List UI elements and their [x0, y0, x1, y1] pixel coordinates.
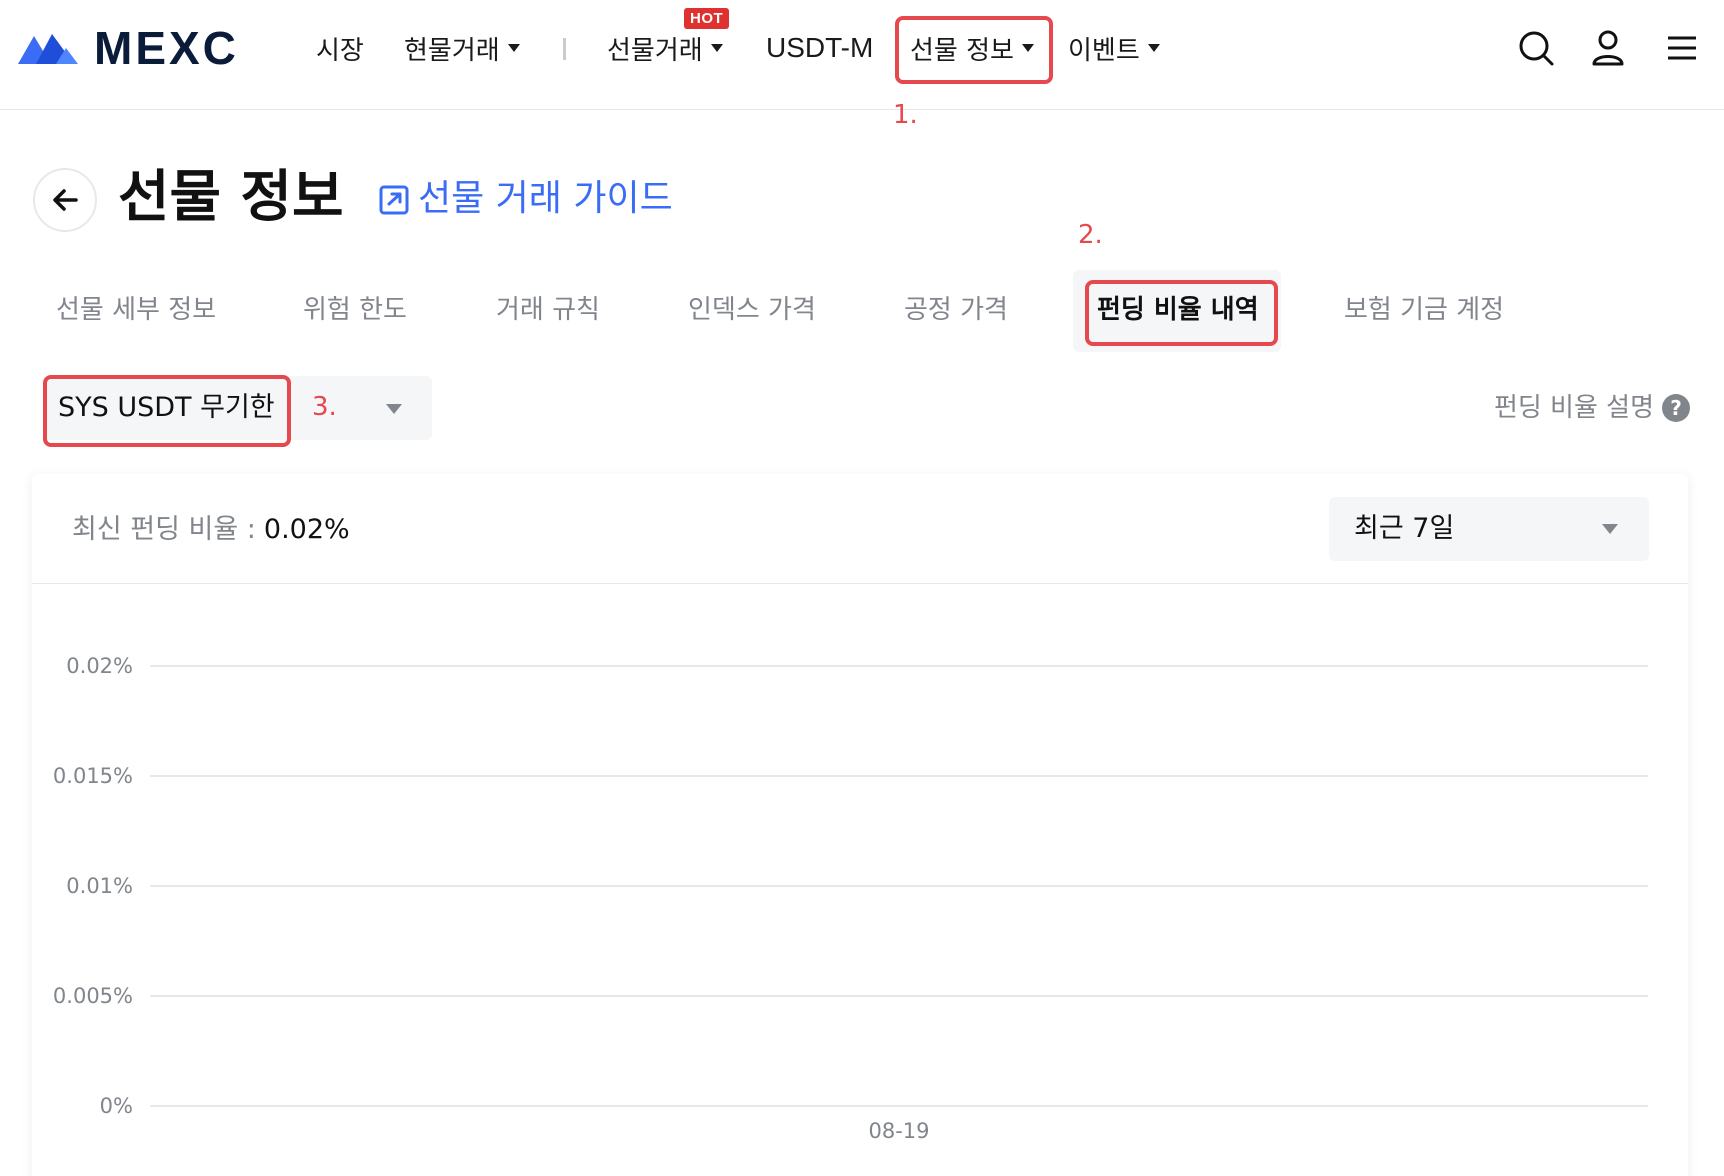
- step-1-label: 1.: [893, 100, 918, 130]
- tab-index-price[interactable]: 인덱스 가격: [688, 292, 816, 328]
- nav-usdt-m-label: USDT-M: [766, 32, 874, 63]
- page-title: 선물 정보: [118, 165, 344, 230]
- tab-risk-limit[interactable]: 위험 한도: [303, 292, 407, 328]
- step-2-label: 2.: [1078, 220, 1103, 250]
- highlight-contract-selector: [43, 375, 291, 447]
- logo-text: MEXC: [94, 22, 239, 74]
- funding-rate-explanation[interactable]: 펀딩 비율 설명 ?: [1494, 390, 1690, 426]
- chevron-down-icon: [1602, 524, 1618, 534]
- highlight-futures-info: [895, 16, 1053, 84]
- mexc-logo-mark-icon: [18, 34, 78, 64]
- question-icon: ?: [1662, 394, 1690, 422]
- latest-funding-rate: 최신 펀딩 비율 :0.02%: [72, 512, 350, 548]
- tab-trading-rules[interactable]: 거래 규칙: [496, 292, 600, 328]
- funding-chart-card: [32, 474, 1688, 1176]
- nav-events-label: 이벤트: [1068, 35, 1140, 66]
- external-guide-icon: [379, 185, 409, 215]
- user-icon[interactable]: [1586, 26, 1630, 70]
- latest-funding-label: 최신 펀딩 비율 :: [72, 514, 256, 545]
- nav-futures-label: 선물거래: [607, 35, 703, 66]
- card-divider: [32, 583, 1688, 584]
- time-range-value: 최근 7일: [1354, 513, 1455, 544]
- menu-icon[interactable]: [1660, 26, 1704, 70]
- nav-usdt-m[interactable]: USDT-M: [766, 30, 873, 66]
- tab-insurance-fund[interactable]: 보험 기금 계정: [1344, 292, 1504, 328]
- chevron-down-icon: [386, 404, 402, 414]
- nav-futures[interactable]: 선물거래: [607, 30, 723, 66]
- tab-futures-details[interactable]: 선물 세부 정보: [56, 292, 216, 328]
- nav-spot[interactable]: 현물거래: [404, 30, 520, 66]
- chevron-down-icon: [710, 44, 723, 52]
- futures-guide-label: 선물 거래 가이드: [418, 178, 673, 219]
- mexc-logo[interactable]: MEXC: [16, 24, 239, 72]
- arrow-left-icon: [53, 189, 78, 211]
- search-icon[interactable]: [1514, 26, 1558, 70]
- top-navigation-bar: MEXC 시장 현물거래 HOT 선물거래 USDT-M 선물 정보 이벤트: [0, 0, 1724, 110]
- futures-guide-link[interactable]: 선물 거래 가이드: [378, 176, 673, 222]
- highlight-funding-tab: [1085, 280, 1278, 346]
- nav-divider: [563, 38, 566, 60]
- hot-badge: HOT: [684, 8, 730, 29]
- nav-market-label: 시장: [316, 35, 364, 66]
- nav-market[interactable]: 시장: [316, 30, 364, 66]
- step-3-label: 3.: [312, 392, 337, 422]
- funding-explain-label: 펀딩 비율 설명: [1493, 393, 1654, 423]
- latest-funding-value: 0.02%: [263, 514, 350, 545]
- nav-spot-label: 현물거래: [404, 35, 500, 66]
- back-button[interactable]: [33, 168, 97, 232]
- chevron-down-icon: [1147, 44, 1160, 52]
- nav-events[interactable]: 이벤트: [1068, 30, 1160, 66]
- chevron-down-icon: [507, 44, 520, 52]
- tab-fair-price[interactable]: 공정 가격: [904, 292, 1008, 328]
